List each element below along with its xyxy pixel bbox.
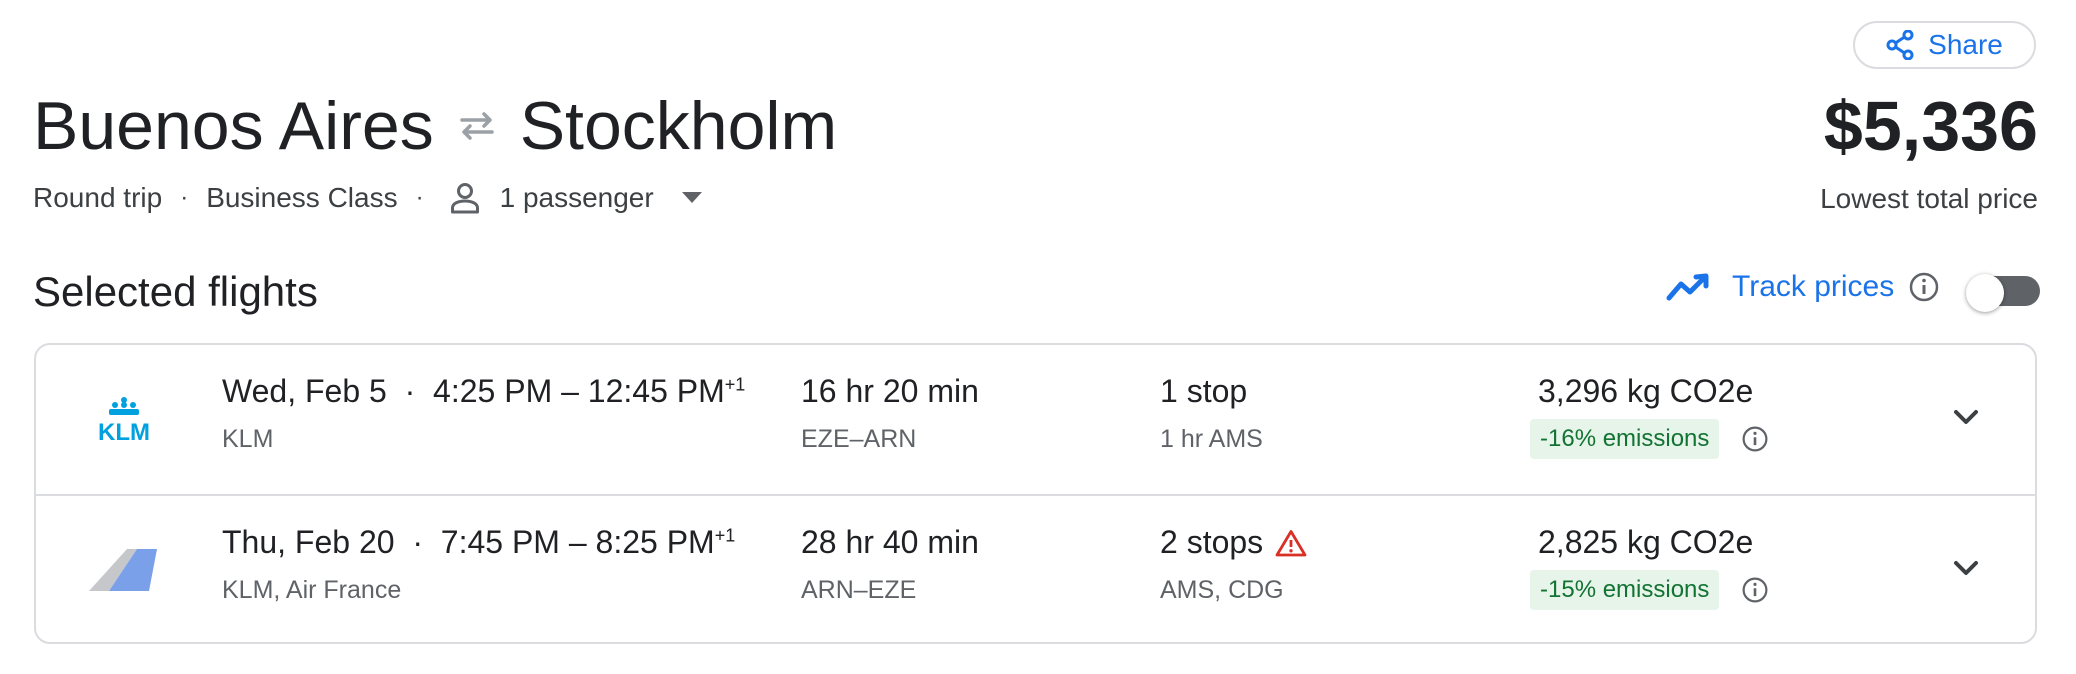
cabin-class: Business Class <box>206 182 398 213</box>
emissions-info: -16% emissions <box>1530 419 1769 459</box>
emissions-info: -15% emissions <box>1530 570 1769 610</box>
warning-icon <box>1275 529 1307 557</box>
airline-name: KLM, Air France <box>222 576 402 604</box>
expand-chevron-icon[interactable] <box>1946 548 1986 588</box>
share-label: Share <box>1928 29 2003 60</box>
person-icon <box>450 182 480 214</box>
separator-dot: · <box>395 373 425 409</box>
passenger-count[interactable]: 1 passenger <box>500 182 654 214</box>
info-icon[interactable] <box>1741 425 1769 453</box>
trip-type: Round trip <box>33 182 163 213</box>
flight-route: ARN–EZE <box>801 576 917 604</box>
flight-row-return[interactable]: Thu, Feb 20 · 7:45 PM – 8:25 PM+1 KLM, A… <box>36 494 2035 644</box>
flight-route: EZE–ARN <box>801 425 917 453</box>
info-icon[interactable] <box>1908 271 1940 303</box>
flight-row-outbound[interactable]: KLM Wed, Feb 5 · 4:25 PM – 12:45 PM+1 KL… <box>36 345 2035 493</box>
section-title: Selected flights <box>33 268 318 315</box>
track-prices[interactable]: Track prices <box>1666 270 1940 304</box>
price-label: Lowest total price <box>1820 183 2038 214</box>
stops-detail: 1 hr AMS <box>1160 425 1263 453</box>
expand-chevron-icon[interactable] <box>1946 397 1986 437</box>
co2-amount: 3,296 kg CO2e <box>1538 373 1754 409</box>
emissions-badge: -15% emissions <box>1530 570 1720 610</box>
flight-times: Wed, Feb 5 · 4:25 PM – 12:45 PM+1 <box>222 373 745 410</box>
total-price: $5,336 <box>1823 87 2038 165</box>
info-icon[interactable] <box>1741 576 1769 604</box>
stops-count: 2 stops <box>1160 524 1264 560</box>
airline-name: KLM <box>222 425 274 453</box>
stops-summary: 1 stop <box>1160 373 1247 410</box>
departure-arrival-times: 7:45 PM – 8:25 PM <box>440 524 715 560</box>
svg-text:KLM: KLM <box>98 419 150 442</box>
stops-count: 1 stop <box>1160 373 1248 409</box>
trending-up-icon <box>1666 272 1712 302</box>
klm-logo-icon: KLM <box>84 389 164 449</box>
flight-times: Thu, Feb 20 · 7:45 PM – 8:25 PM+1 <box>222 524 735 561</box>
route-title: Buenos Aires Stockholm <box>33 80 837 172</box>
flight-date: Thu, Feb 20 <box>222 524 395 560</box>
track-prices-label: Track prices <box>1732 270 1895 303</box>
emissions-badge: -16% emissions <box>1530 419 1720 459</box>
stops-summary: 2 stops <box>1160 524 1307 561</box>
separator-dot: · <box>180 184 189 211</box>
day-offset: +1 <box>714 525 736 546</box>
share-button[interactable]: Share <box>1853 21 2036 69</box>
share-icon <box>1886 30 1914 60</box>
day-offset: +1 <box>724 374 746 395</box>
flight-duration: 16 hr 20 min <box>801 373 979 409</box>
round-trip-arrows-icon <box>456 108 498 144</box>
flight-summary-page: Share Buenos Aires Stockholm $5,336 Lowe… <box>0 0 2076 674</box>
toggle-knob <box>1966 274 2004 312</box>
departure-arrival-times: 4:25 PM – 12:45 PM <box>433 373 725 409</box>
separator-dot: · <box>403 524 432 560</box>
separator-dot: · <box>415 184 424 211</box>
caret-down-icon[interactable] <box>681 192 702 204</box>
flight-date: Wed, Feb 5 <box>222 373 387 409</box>
origin-city: Buenos Aires <box>33 88 434 164</box>
trip-details: Round trip · Business Class · 1 passenge… <box>33 182 702 214</box>
track-prices-toggle[interactable] <box>1966 274 2040 314</box>
selected-flights-card: KLM Wed, Feb 5 · 4:25 PM – 12:45 PM+1 KL… <box>34 343 2037 644</box>
stops-detail: AMS, CDG <box>1160 576 1284 604</box>
flight-duration: 28 hr 40 min <box>801 524 979 560</box>
destination-city: Stockholm <box>519 88 838 164</box>
multi-airline-tail-icon <box>84 540 164 600</box>
co2-amount: 2,825 kg CO2e <box>1538 524 1754 560</box>
